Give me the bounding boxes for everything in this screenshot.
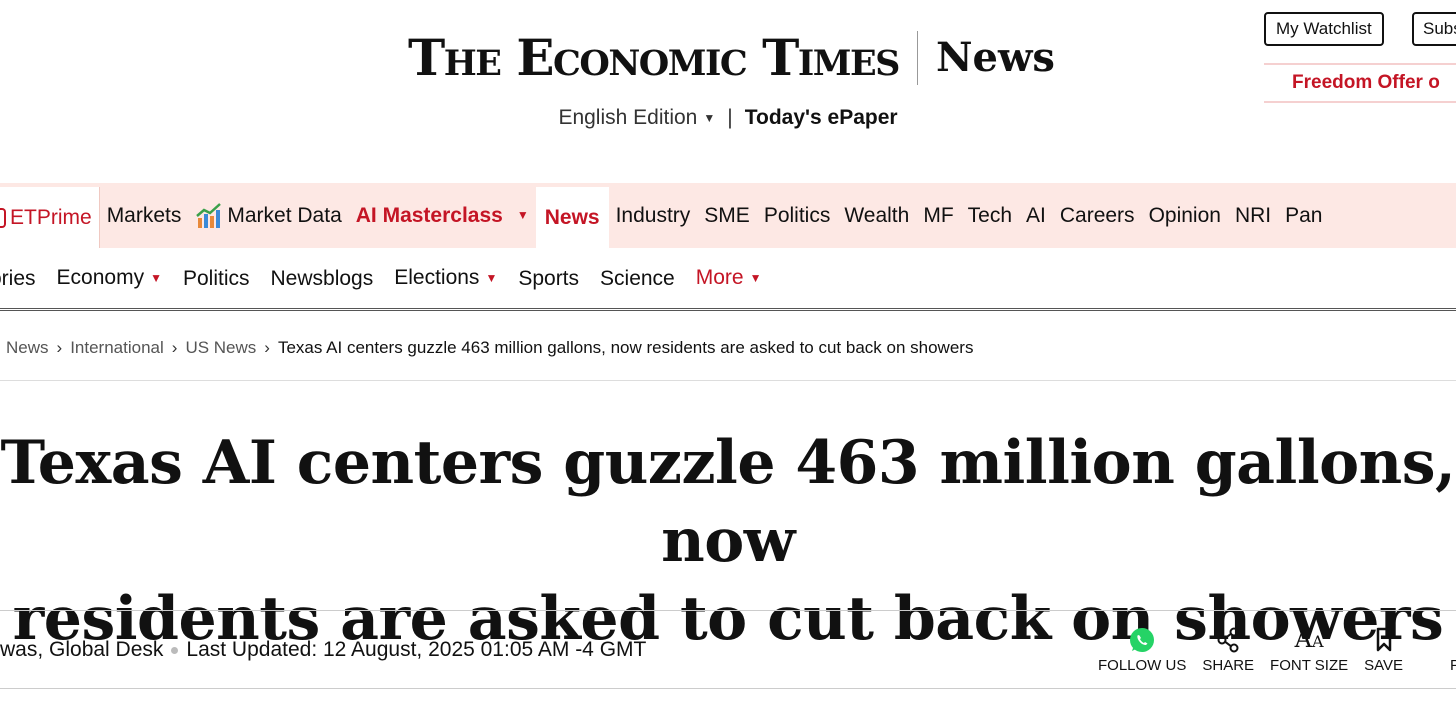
subnav-label: Elections bbox=[394, 266, 480, 290]
nav-label: AI Masterclass bbox=[355, 204, 503, 227]
nav-label: Wealth bbox=[844, 204, 910, 227]
nav-label: Careers bbox=[1059, 204, 1135, 227]
etprime-icon bbox=[0, 207, 6, 228]
follow-us-button[interactable]: FOLLOW US bbox=[1098, 624, 1186, 680]
action-label: SHARE bbox=[1202, 657, 1255, 674]
breadcrumb-item-us-news[interactable]: US News bbox=[185, 338, 256, 357]
nav-item-wealth[interactable]: Wealth bbox=[837, 183, 916, 248]
caret-down-icon: ▼ bbox=[749, 270, 762, 285]
breadcrumb-current: Texas AI centers guzzle 463 million gall… bbox=[277, 338, 974, 357]
action-label: FOLLOW US bbox=[1098, 657, 1187, 674]
primary-nav: ETPrime Markets Market Data AI Mastercla… bbox=[0, 183, 1456, 248]
divider: | bbox=[727, 106, 733, 129]
nav-label: News bbox=[544, 206, 600, 229]
subnav-item-elections[interactable]: Elections ▼ bbox=[394, 248, 498, 308]
caret-down-icon: ▼ bbox=[485, 270, 498, 285]
action-label: SAVE bbox=[1364, 657, 1404, 674]
divider bbox=[0, 688, 1456, 689]
headline-line: Texas AI centers guzzle 463 million gall… bbox=[0, 428, 1456, 576]
nav-item-ai[interactable]: AI bbox=[1019, 183, 1053, 248]
subnav-item-science[interactable]: Science bbox=[600, 248, 675, 308]
subnav-item-newsblogs[interactable]: Newsblogs bbox=[271, 248, 374, 308]
nav-label: ETPrime bbox=[10, 206, 92, 229]
subnav-item-stories[interactable]: ories bbox=[0, 248, 36, 308]
caret-down-icon: ▼ bbox=[516, 208, 529, 222]
nav-item-tech[interactable]: Tech bbox=[961, 183, 1019, 248]
bar-chart-icon bbox=[196, 202, 222, 228]
nav-item-nri[interactable]: NRI bbox=[1228, 183, 1278, 248]
site-logo[interactable]: The Economic Times News bbox=[408, 30, 1055, 86]
subscribe-button[interactable]: Subscribe bbox=[1412, 12, 1456, 46]
secondary-nav: ories Economy ▼ Politics Newsblogs Electi… bbox=[0, 248, 1456, 311]
epaper-link[interactable]: Today's ePaper bbox=[745, 106, 898, 129]
nav-item-politics[interactable]: Politics bbox=[757, 183, 838, 248]
logo-wordmark[interactable]: The Economic Times bbox=[408, 30, 900, 86]
action-label: FONT SIZE bbox=[1270, 657, 1349, 674]
nav-label: NRI bbox=[1234, 204, 1272, 227]
nav-label: MF bbox=[923, 204, 954, 227]
nav-item-sme[interactable]: SME bbox=[697, 183, 757, 248]
freedom-offer-banner[interactable]: Freedom Offer o bbox=[1264, 63, 1456, 103]
nav-item-careers[interactable]: Careers bbox=[1053, 183, 1142, 248]
nav-item-mf[interactable]: MF bbox=[916, 183, 960, 248]
nav-label: SME bbox=[704, 204, 750, 227]
nav-label: Markets bbox=[106, 204, 182, 227]
my-watchlist-button[interactable]: My Watchlist bbox=[1264, 12, 1384, 46]
dot-separator bbox=[171, 646, 179, 654]
article-headline: Texas AI centers guzzle 463 million gall… bbox=[0, 424, 1456, 658]
subnav-item-economy[interactable]: Economy ▼ bbox=[56, 248, 162, 308]
nav-label: Opinion bbox=[1148, 204, 1221, 227]
subnav-item-sports[interactable]: Sports bbox=[518, 248, 579, 308]
caret-down-icon: ▼ bbox=[150, 270, 162, 285]
author[interactable]: was, Global Desk bbox=[0, 638, 163, 661]
nav-item-ai-masterclass[interactable]: AI Masterclass ▼ bbox=[349, 183, 536, 248]
whatsapp-icon bbox=[1130, 628, 1155, 652]
subnav-label: More bbox=[695, 266, 744, 290]
nav-item-industry[interactable]: Industry bbox=[609, 183, 698, 248]
section-title[interactable]: News bbox=[936, 30, 1055, 86]
logo-divider bbox=[916, 31, 918, 85]
nav-label: Tech bbox=[967, 204, 1013, 227]
masthead: The Economic Times News English Edition ▼… bbox=[0, 0, 1456, 183]
nav-item-panache[interactable]: Pan bbox=[1278, 183, 1329, 248]
breadcrumb-separator: › bbox=[171, 338, 178, 357]
nav-item-etprime[interactable]: ETPrime bbox=[0, 187, 100, 248]
font-size-icon: AA bbox=[1294, 624, 1324, 653]
breadcrumb-separator: › bbox=[56, 338, 63, 357]
nav-label: Market Data bbox=[227, 204, 342, 227]
subnav-label: Economy bbox=[56, 266, 145, 290]
divider bbox=[0, 610, 1456, 611]
nav-item-market-data[interactable]: Market Data bbox=[188, 183, 348, 248]
font-size-button[interactable]: AA FONT SIZE bbox=[1270, 624, 1348, 680]
nav-label: AI bbox=[1026, 204, 1046, 227]
nav-label: Pan bbox=[1285, 204, 1323, 227]
nav-label: Politics bbox=[763, 204, 831, 227]
article-actions: FOLLOW US SHARE AA FONT SIZE SAVE bbox=[1098, 624, 1419, 680]
breadcrumb-item-international[interactable]: International bbox=[70, 338, 164, 357]
divider bbox=[0, 380, 1456, 381]
share-button[interactable]: SHARE bbox=[1202, 624, 1254, 680]
edition-row: English Edition ▼ | Today's ePaper bbox=[0, 104, 1456, 132]
last-updated: Last Updated: 12 August, 2025 01:05 AM -… bbox=[186, 638, 647, 661]
share-icon bbox=[1217, 627, 1239, 653]
byline: was, Global Desk Last Updated: 12 August,… bbox=[0, 634, 646, 666]
nav-item-markets[interactable]: Markets bbox=[100, 183, 189, 248]
caret-down-icon: ▼ bbox=[703, 111, 716, 126]
edition-label: English Edition bbox=[558, 106, 698, 129]
bookmark-icon bbox=[1376, 627, 1391, 652]
breadcrumb-separator: › bbox=[264, 338, 270, 357]
subnav-item-politics[interactable]: Politics bbox=[183, 248, 250, 308]
subnav-item-more[interactable]: More ▼ bbox=[695, 248, 762, 308]
print-button[interactable]: P bbox=[1450, 656, 1456, 676]
breadcrumb: News › International › US News › Texas AI cent… bbox=[6, 332, 973, 364]
nav-item-opinion[interactable]: Opinion bbox=[1142, 183, 1228, 248]
save-button[interactable]: SAVE bbox=[1364, 624, 1403, 680]
nav-label: Industry bbox=[615, 204, 691, 227]
edition-selector[interactable]: English Edition ▼ bbox=[558, 106, 715, 129]
breadcrumb-item-news[interactable]: News bbox=[6, 338, 49, 357]
nav-item-news[interactable]: News bbox=[535, 187, 609, 248]
